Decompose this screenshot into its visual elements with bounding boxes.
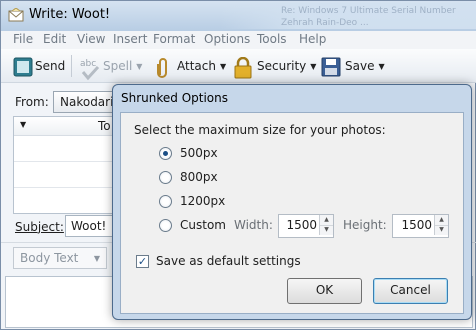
- toolbar: Send abc Spell ▼ Attach ▼ Security ▼ Sav…: [1, 49, 476, 83]
- radio-800px[interactable]: 800px: [159, 169, 218, 185]
- spin-down-icon[interactable]: ▼: [320, 225, 333, 235]
- menu-edit[interactable]: Edit: [43, 32, 66, 46]
- window-title: Write: Woot!: [29, 7, 111, 22]
- radio-label: Custom: [180, 218, 226, 232]
- radio-1200px[interactable]: 1200px: [159, 193, 225, 209]
- size-prompt: Select the maximum size for your photos:: [134, 123, 386, 137]
- subject-input[interactable]: Woot!: [65, 215, 117, 237]
- recipient-row-divider: [14, 187, 118, 188]
- height-spinner[interactable]: 1500 ▲ ▼: [392, 214, 449, 238]
- spell-button[interactable]: abc Spell ▼: [79, 53, 142, 81]
- radio-label: 500px: [180, 146, 218, 160]
- width-value: 1500: [286, 218, 317, 232]
- menu-insert[interactable]: Insert: [113, 32, 147, 46]
- send-label: Send: [35, 59, 66, 73]
- radio-button[interactable]: [159, 194, 172, 208]
- menu-bar: File Edit View Insert Format Options Too…: [1, 31, 476, 49]
- recipient-list: ▼ To: [13, 116, 119, 214]
- send-button[interactable]: Send: [13, 53, 65, 79]
- width-spin-buttons: ▲ ▼: [319, 215, 333, 235]
- spellcheck-icon: abc: [79, 57, 100, 81]
- menu-help[interactable]: Help: [299, 32, 326, 46]
- radio-label: 800px: [180, 170, 218, 184]
- radio-custom[interactable]: Custom: [159, 217, 226, 233]
- cancel-button[interactable]: Cancel: [373, 278, 448, 304]
- menu-tools[interactable]: Tools: [257, 32, 287, 46]
- menu-options[interactable]: Options: [204, 32, 250, 46]
- subject-label: Subject:: [15, 220, 64, 234]
- menu-format[interactable]: Format: [153, 32, 195, 46]
- envelope-icon: [8, 7, 24, 25]
- chevron-down-icon: ▼: [93, 254, 100, 263]
- chevron-down-icon[interactable]: ▼: [310, 62, 316, 71]
- save-default-label: Save as default settings: [156, 254, 301, 268]
- radio-button[interactable]: [159, 218, 172, 232]
- paragraph-style-select[interactable]: Body Text ▼: [13, 247, 107, 269]
- notice-line: Re: Windows 7 Ultimate Serial Number: [281, 6, 456, 16]
- height-value: 1500: [401, 218, 432, 232]
- width-spinner[interactable]: 1500 ▲ ▼: [278, 214, 334, 238]
- recipient-type[interactable]: To: [98, 119, 111, 133]
- height-spin-buttons: ▲ ▼: [434, 215, 448, 235]
- save-label: Save: [345, 59, 375, 73]
- width-label: Width:: [234, 218, 273, 232]
- spin-down-icon[interactable]: ▼: [435, 225, 448, 235]
- security-button[interactable]: Security ▼: [233, 53, 316, 79]
- save-default-option[interactable]: ✓ Save as default settings: [136, 254, 301, 268]
- attach-label: Attach: [177, 59, 216, 73]
- send-icon: [13, 57, 33, 77]
- chevron-down-icon[interactable]: ▼: [378, 62, 384, 71]
- height-label: Height:: [343, 218, 387, 232]
- radio-500px[interactable]: 500px: [159, 145, 218, 161]
- svg-text:abc: abc: [80, 59, 96, 69]
- ok-button[interactable]: OK: [287, 278, 362, 304]
- toolbar-separator: [71, 55, 72, 77]
- recipient-header: ▼ To: [14, 117, 118, 136]
- menu-view[interactable]: View: [77, 32, 105, 46]
- dialog-title: Shrunked Options: [121, 91, 229, 105]
- floppy-disk-icon: [321, 57, 341, 77]
- spell-label: Spell: [103, 59, 133, 73]
- dialog-body: Select the maximum size for your photos:…: [120, 112, 464, 314]
- from-label: From:: [15, 95, 49, 109]
- security-label: Security: [257, 59, 307, 73]
- attach-button[interactable]: Attach ▼: [155, 53, 226, 79]
- radio-label: 1200px: [180, 194, 226, 208]
- checkbox[interactable]: ✓: [136, 254, 149, 268]
- shrunked-options-dialog: Shrunked Options Select the maximum size…: [112, 84, 472, 320]
- background-notification: Re: Windows 7 Ultimate Serial Number Zeh…: [221, 3, 476, 29]
- menu-file[interactable]: File: [13, 32, 33, 46]
- lock-icon: [233, 56, 253, 79]
- style-value: Body Text: [20, 251, 79, 265]
- title-bar: Write: Woot! Re: Windows 7 Ultimate Seri…: [1, 1, 476, 31]
- chevron-down-icon[interactable]: ▼: [136, 62, 142, 71]
- notice-line: Zehrah Rain-Deo ...: [281, 18, 369, 28]
- chevron-down-icon[interactable]: ▼: [220, 62, 226, 71]
- save-button[interactable]: Save ▼: [321, 53, 385, 79]
- radio-button[interactable]: [159, 170, 172, 184]
- radio-button[interactable]: [159, 146, 172, 160]
- recipient-row-divider: [14, 161, 118, 162]
- paperclip-icon: [155, 57, 173, 78]
- chevron-down-icon[interactable]: ▼: [20, 120, 26, 129]
